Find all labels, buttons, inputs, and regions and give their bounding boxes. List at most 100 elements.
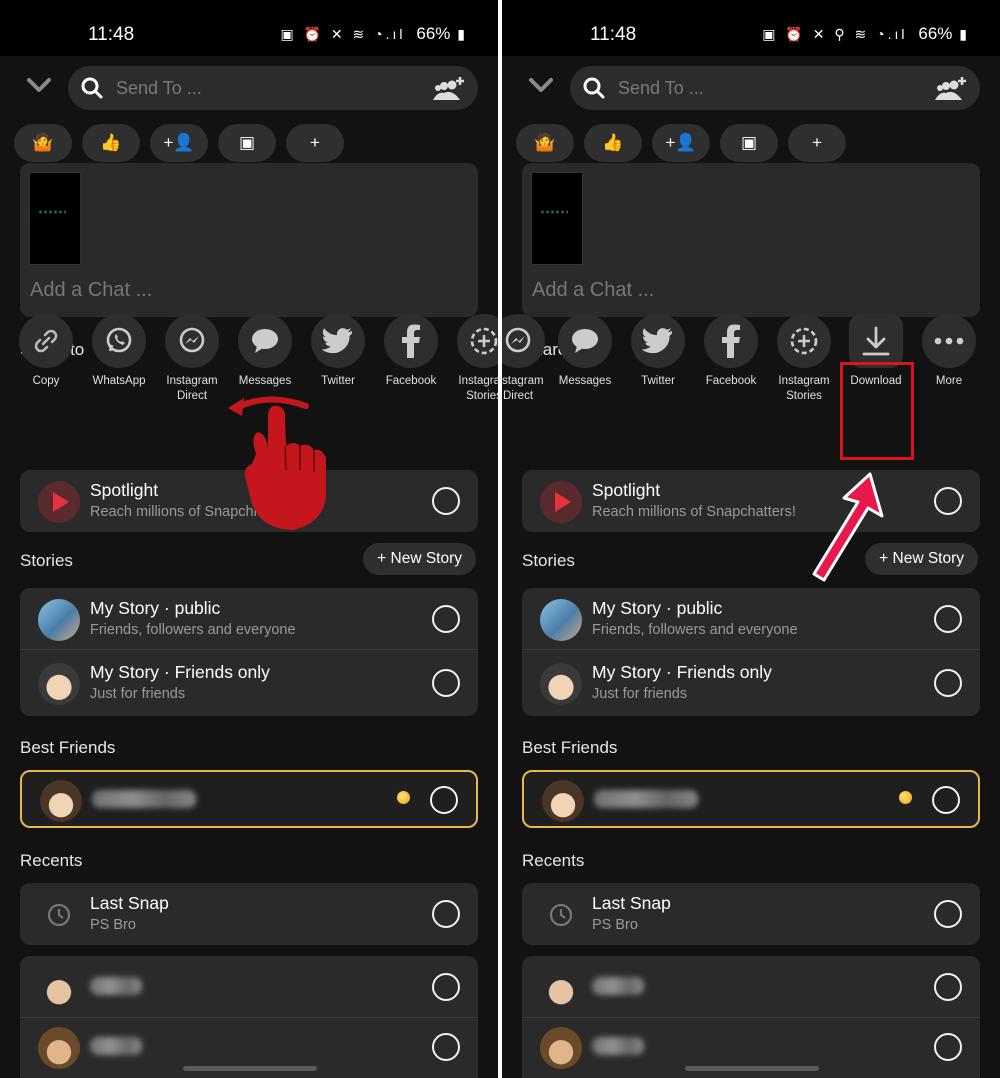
spotlight-row[interactable]: Spotlight Reach millions of Snapchatters… [522,470,980,532]
recent-row-last-snap[interactable]: Last Snap PS Bro [20,883,478,945]
facebook-icon [704,314,758,368]
chip-thumbs-up-icon[interactable]: 👍 [584,124,642,162]
share-instagram-stories[interactable]: Instagram Stories [769,314,839,404]
share-whatsapp[interactable]: WhatsApp [84,314,154,389]
swipe-hand-icon [228,396,326,530]
new-story-button[interactable]: + New Story [363,543,476,575]
chip-add-friend-icon[interactable]: +👤 [652,124,710,162]
story-select-radio[interactable] [432,605,460,633]
best-friend-row[interactable] [20,770,478,828]
chip-add-friend-icon[interactable]: +👤 [150,124,208,162]
share-twitter[interactable]: Twitter [623,314,693,389]
friend-select-radio[interactable] [432,973,460,1001]
chip-bitmoji-icon[interactable]: 🤷 [14,124,72,162]
more-icon [922,314,976,368]
friend-select-radio[interactable] [430,786,458,814]
friend-select-radio[interactable] [932,786,960,814]
avatar [38,599,80,641]
link-icon [19,314,73,368]
recent-subtitle: PS Bro [90,917,136,933]
chip-thumbs-up-icon[interactable]: 👍 [82,124,140,162]
friend-select-radio[interactable] [432,1033,460,1061]
share-instagram-stories[interactable]: Instagram Stories [449,314,498,404]
chip-add-icon[interactable]: + [788,124,846,162]
avatar [540,599,582,641]
list-item[interactable] [522,956,980,1018]
story-plus-icon [457,314,498,368]
story-row-public[interactable]: My Story · public Friends, followers and… [522,588,980,650]
new-group-icon[interactable] [432,74,468,102]
friend-select-radio[interactable] [934,973,962,1001]
share-instagram-direct[interactable]: Instagram Direct [157,314,227,404]
recent-select-radio[interactable] [934,900,962,928]
chevron-down-icon[interactable] [528,76,554,96]
clock-icon [38,894,80,936]
share-whatsapp-label: WhatsApp [92,375,146,387]
story-plus-icon [777,314,831,368]
chip-contacts-icon[interactable]: ▣ [218,124,276,162]
new-group-icon[interactable] [934,74,970,102]
share-instagram-direct[interactable]: Instagram Direct [502,314,553,404]
share-more[interactable]: More [914,314,984,389]
search-bar[interactable]: Send To ... [570,66,980,110]
bitmoji-avatar [38,663,80,705]
recent-row-last-snap[interactable]: Last Snap PS Bro [522,883,980,945]
messenger-icon [502,314,545,368]
stories-heading: Stories [20,551,73,570]
spotlight-title: Spotlight [592,480,661,500]
share-messages[interactable]: Messages [230,314,300,389]
snap-thumbnail[interactable] [29,172,81,265]
spotlight-card[interactable]: Spotlight Reach millions of Snapchatters… [522,470,980,532]
bitmoji-avatar [540,1027,582,1069]
blurred-friend-name [90,977,142,995]
add-chat-input[interactable]: Add a Chat ... [30,279,152,302]
chevron-down-icon[interactable] [26,76,52,96]
spotlight-title: Spotlight [90,480,159,500]
share-facebook[interactable]: Facebook [376,314,446,389]
recent-select-radio[interactable] [432,900,460,928]
best-friend-row[interactable] [522,770,980,828]
blurred-friend-name [592,977,644,995]
clock-icon [540,894,582,936]
snap-thumbnail[interactable] [531,172,583,265]
share-more-label: More [935,375,963,387]
spotlight-select-radio[interactable] [432,487,460,515]
chip-contacts-icon[interactable]: ▣ [720,124,778,162]
share-copy[interactable]: Copy [11,314,81,389]
story-select-radio[interactable] [432,669,460,697]
chip-bitmoji-icon[interactable]: 🤷 [516,124,574,162]
chip-add-icon[interactable]: + [286,124,344,162]
spotlight-play-icon [540,481,582,523]
story-subtitle: Just for friends [90,686,186,702]
spotlight-play-icon [38,481,80,523]
story-row-friends[interactable]: My Story · Friends only Just for friends [20,652,478,714]
list-item[interactable] [20,956,478,1018]
status-indicators: ▣ ⏰ ✕ ≋ ◔.ıl [280,26,406,42]
share-messages[interactable]: Messages [550,314,620,389]
download-highlight-box [840,362,914,460]
battery-icon: ▮ [457,26,468,42]
story-select-radio[interactable] [934,605,962,633]
add-chat-input[interactable]: Add a Chat ... [532,279,654,302]
story-select-radio[interactable] [934,669,962,697]
screenshot-after: 11:48 ▣ ⏰ ✕ ⚲ ≋ ◔.ıl 66% ▮ Send To ... 🤷… [502,0,1000,1078]
story-row-public[interactable]: My Story · public Friends, followers and… [20,588,478,650]
search-bar[interactable]: Send To ... [68,66,478,110]
status-bar: 11:48 ▣ ⏰ ✕ ≋ ◔.ıl 66% ▮ [0,0,498,56]
spotlight-subtitle: Reach millions of Snapchatters! [592,504,796,520]
share-twitter[interactable]: Twitter [303,314,373,389]
messages-icon [558,314,612,368]
search-icon [583,77,605,99]
spotlight-select-radio[interactable] [934,487,962,515]
story-row-friends[interactable]: My Story · Friends only Just for friends [522,652,980,714]
share-instagram-direct-label: Instagram Direct [502,375,544,402]
screenshot-before: 11:48 ▣ ⏰ ✕ ≋ ◔.ıl 66% ▮ Send To ... 🤷 👍… [0,0,498,1078]
twitter-icon [631,314,685,368]
recent-title: Last Snap [592,893,671,913]
friend-select-radio[interactable] [934,1033,962,1061]
share-facebook[interactable]: Facebook [696,314,766,389]
blurred-friend-name [92,790,196,808]
bitmoji-avatar [38,967,80,1009]
messages-icon [238,314,292,368]
share-targets-row[interactable]: Instagram Direct Messages Twitter Facebo… [502,314,1000,414]
